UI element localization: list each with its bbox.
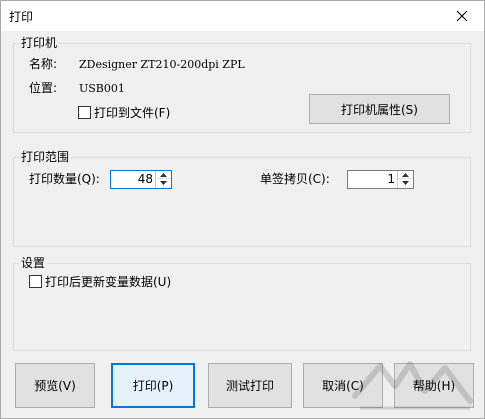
test-print-button[interactable]: 测试打印 <box>208 363 292 408</box>
copies-stepper[interactable]: 1 <box>347 170 414 189</box>
printer-location-label: 位置: <box>29 81 58 95</box>
print-range-group-label: 打印范围 <box>19 150 72 164</box>
arrow-up-icon <box>160 172 167 177</box>
preview-button[interactable]: 预览(V) <box>15 363 95 408</box>
printer-name-value: ZDesigner ZT210-200dpi ZPL <box>79 58 245 71</box>
arrow-down-icon <box>402 181 409 185</box>
copies-label: 单签拷贝(C): <box>260 172 330 186</box>
title-bar: 打印 <box>1 1 484 31</box>
print-quantity-spin-buttons <box>155 171 171 188</box>
window-title: 打印 <box>9 10 34 24</box>
print-quantity-label: 打印数量(Q): <box>29 172 100 186</box>
print-to-file-checkbox[interactable] <box>78 106 91 119</box>
print-button-label: 打印(P) <box>132 379 174 393</box>
printer-group-label: 打印机 <box>19 36 60 50</box>
print-dialog: 打印 打印机 名称: ZDesigner ZT210-200dpi ZPL 位置… <box>0 0 485 419</box>
printer-properties-button[interactable]: 打印机属性(S) <box>309 94 450 124</box>
update-variables-label[interactable]: 打印后更新变量数据(U) <box>45 275 171 289</box>
print-quantity-up-button[interactable] <box>156 171 171 179</box>
arrow-up-icon <box>402 172 409 177</box>
update-variables-checkbox[interactable] <box>29 275 42 288</box>
arrow-down-icon <box>160 181 167 185</box>
preview-button-label: 预览(V) <box>34 379 76 393</box>
print-button[interactable]: 打印(P) <box>111 363 195 408</box>
watermark-graphic <box>352 361 473 410</box>
close-button[interactable] <box>440 1 484 31</box>
copies-value: 1 <box>387 172 395 186</box>
copies-down-button[interactable] <box>398 179 413 187</box>
close-icon <box>456 10 468 22</box>
settings-group-label: 设置 <box>19 256 48 270</box>
printer-location-value: USB001 <box>79 82 125 95</box>
print-quantity-down-button[interactable] <box>156 179 171 187</box>
print-quantity-value: 48 <box>137 172 153 186</box>
print-quantity-stepper[interactable]: 48 <box>110 170 172 189</box>
copies-up-button[interactable] <box>398 171 413 179</box>
copies-spin-buttons <box>397 171 413 188</box>
print-to-file-label[interactable]: 打印到文件(F) <box>94 106 170 120</box>
printer-properties-label: 打印机属性(S) <box>341 102 418 117</box>
test-print-button-label: 测试打印 <box>225 379 274 393</box>
printer-name-label: 名称: <box>29 57 58 71</box>
